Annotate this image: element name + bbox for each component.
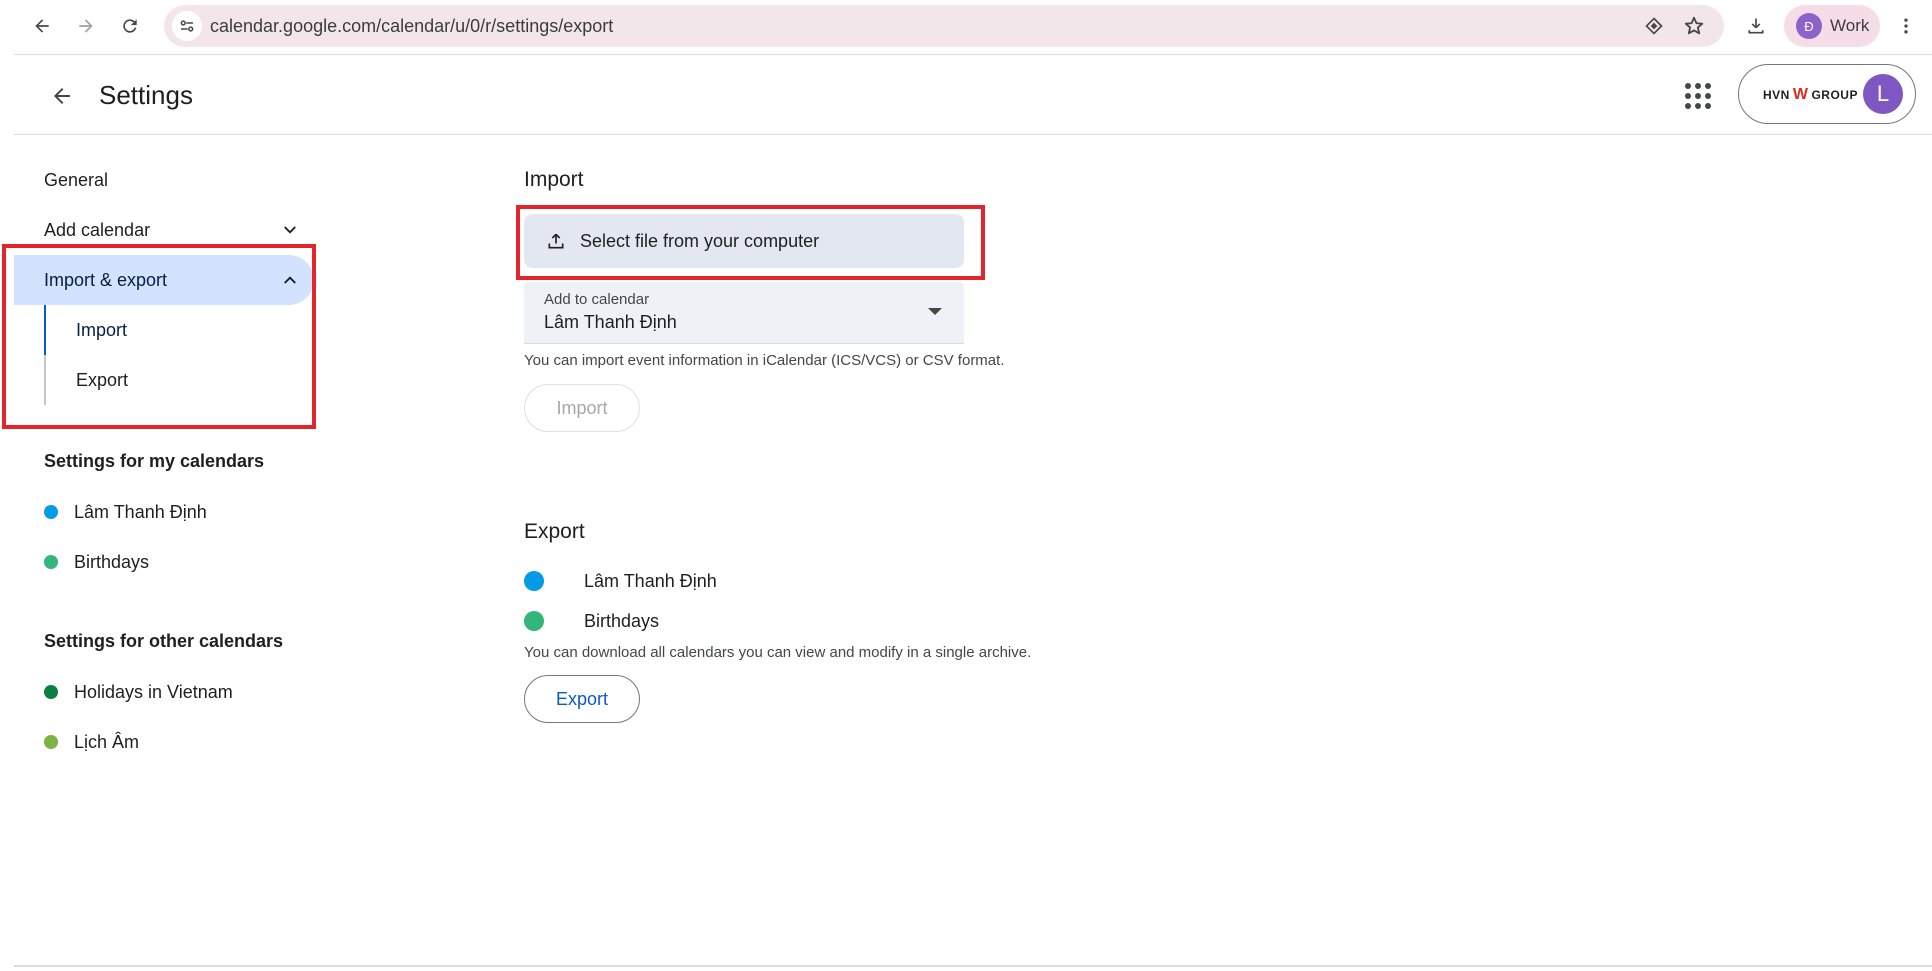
hvn-group-logo: HVN W GROUP xyxy=(1763,86,1858,103)
calendar-color-dot xyxy=(44,685,58,699)
browser-toolbar: calendar.google.com/calendar/u/0/r/setti… xyxy=(0,0,1932,52)
calendar-color-dot xyxy=(44,735,58,749)
more-vert-icon[interactable] xyxy=(1890,10,1922,42)
dropdown-caret-icon xyxy=(928,308,942,315)
url-text[interactable]: calendar.google.com/calendar/u/0/r/setti… xyxy=(210,16,613,37)
add-to-calendar-select[interactable]: Add to calendar Lâm Thanh Định xyxy=(524,282,964,344)
calendar-color-dot xyxy=(524,571,544,591)
calendar-color-dot xyxy=(44,555,58,569)
my-calendars-heading: Settings for my calendars xyxy=(44,451,265,471)
sidebar-calendar-holidays-vietnam[interactable]: Holidays in Vietnam xyxy=(44,677,233,707)
browser-profile-label: Work xyxy=(1830,16,1870,35)
export-calendar-lam-thanh-dinh: Lâm Thanh Định xyxy=(524,566,717,596)
add-to-calendar-value: Lâm Thanh Định xyxy=(544,312,677,332)
back-icon[interactable] xyxy=(26,10,58,42)
account-switcher[interactable]: HVN W GROUP L xyxy=(1738,64,1916,124)
export-section-title: Export xyxy=(524,520,585,543)
site-info-icon[interactable] xyxy=(172,11,202,41)
select-file-button[interactable]: Select file from your computer xyxy=(524,214,964,268)
google-apps-icon[interactable] xyxy=(1680,78,1716,114)
reload-icon[interactable] xyxy=(114,10,146,42)
add-to-calendar-label: Add to calendar xyxy=(544,291,650,308)
app-header: Settings HVN W GROUP L xyxy=(14,56,1932,134)
header-divider xyxy=(14,134,1932,135)
sidebar-calendar-lam-thanh-dinh[interactable]: Lâm Thanh Định xyxy=(44,497,207,527)
sidebar-calendar-lich-am[interactable]: Lịch Âm xyxy=(44,727,139,757)
import-section-title: Import xyxy=(524,168,584,191)
browser-profile-chip[interactable]: Đ Work xyxy=(1784,5,1880,47)
sidebar-calendar-birthdays[interactable]: Birthdays xyxy=(44,547,149,577)
highlight-box-sidebar xyxy=(2,244,316,429)
other-calendars-heading: Settings for other calendars xyxy=(44,631,284,651)
sidebar-item-general[interactable]: General xyxy=(14,155,314,205)
forward-icon[interactable] xyxy=(70,10,102,42)
address-bar[interactable]: calendar.google.com/calendar/u/0/r/setti… xyxy=(164,5,1724,47)
export-calendar-birthdays: Birthdays xyxy=(524,606,659,636)
import-help-text: You can import event information in iCal… xyxy=(524,352,1005,369)
import-button[interactable]: Import xyxy=(524,384,640,432)
upload-icon xyxy=(548,233,564,249)
page-title: Settings xyxy=(99,80,193,110)
export-button[interactable]: Export xyxy=(524,675,640,723)
calendar-color-dot xyxy=(524,611,544,631)
download-icon[interactable] xyxy=(1740,10,1772,42)
account-avatar[interactable]: L xyxy=(1863,74,1903,114)
lens-icon[interactable] xyxy=(1642,14,1666,38)
chrome-divider xyxy=(14,54,1932,55)
export-help-text: You can download all calendars you can v… xyxy=(524,644,1032,661)
star-icon[interactable] xyxy=(1682,14,1706,38)
chevron-down-icon xyxy=(278,218,302,242)
calendar-color-dot xyxy=(44,505,58,519)
bottom-scroll-edge xyxy=(14,965,1932,967)
browser-profile-avatar: Đ xyxy=(1796,13,1822,39)
back-arrow-icon[interactable] xyxy=(44,78,80,114)
